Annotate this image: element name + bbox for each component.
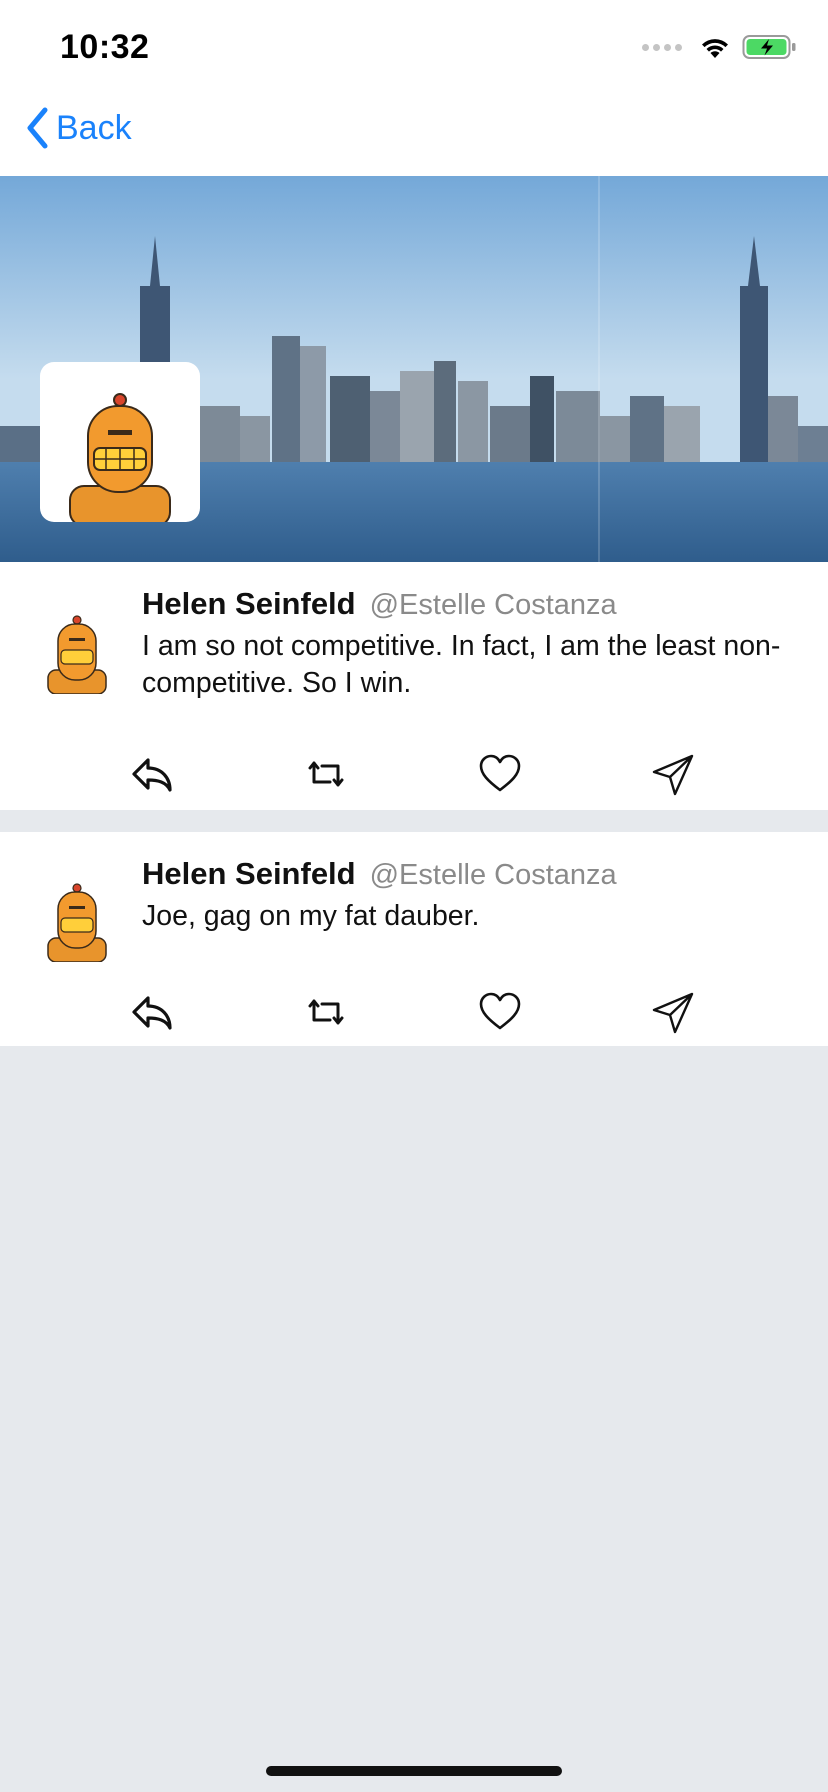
tweet-header: Helen Seinfeld @Estelle Costanza xyxy=(142,586,617,622)
tweet-card[interactable]: Helen Seinfeld @Estelle Costanza Joe, gag… xyxy=(0,832,828,1046)
heart-icon xyxy=(479,992,521,1030)
tweet-header: Helen Seinfeld @Estelle Costanza xyxy=(142,856,617,892)
chevron-left-icon xyxy=(27,107,48,149)
share-icon xyxy=(652,992,694,1034)
retweet-button[interactable] xyxy=(302,750,350,798)
share-icon xyxy=(652,754,694,796)
retweet-icon xyxy=(308,761,344,787)
back-label: Back xyxy=(56,108,132,147)
reply-button[interactable] xyxy=(128,988,176,1036)
heart-icon xyxy=(479,754,521,792)
share-button[interactable] xyxy=(650,988,698,1036)
author-name[interactable]: Helen Seinfeld xyxy=(142,856,356,891)
reply-icon xyxy=(132,758,172,792)
signal-icon xyxy=(642,43,682,51)
profile-avatar[interactable] xyxy=(40,362,200,522)
tweet-text: Joe, gag on my fat dauber. xyxy=(142,900,480,932)
author-handle[interactable]: @Estelle Costanza xyxy=(370,589,617,621)
tweet-actions xyxy=(0,980,828,1040)
tweet-card[interactable]: Helen Seinfeld @Estelle Costanza I am so … xyxy=(0,562,828,810)
share-button[interactable] xyxy=(650,750,698,798)
battery-charging-icon xyxy=(742,35,796,59)
like-button[interactable] xyxy=(476,750,524,798)
reply-icon xyxy=(132,996,172,1030)
author-handle[interactable]: @Estelle Costanza xyxy=(370,859,617,891)
status-time: 10:32 xyxy=(60,28,150,66)
avatar[interactable] xyxy=(44,610,110,695)
back-button[interactable]: Back xyxy=(24,106,132,150)
tweet-text: I am so not competitive. In fact, I am t… xyxy=(142,630,781,699)
retweet-icon xyxy=(308,999,344,1025)
like-button[interactable] xyxy=(476,988,524,1036)
navigation-bar: Back xyxy=(0,88,828,176)
home-indicator[interactable] xyxy=(266,1766,562,1776)
status-bar: 10:32 xyxy=(0,0,828,88)
status-icons xyxy=(642,34,798,60)
avatar[interactable] xyxy=(44,878,110,963)
reply-button[interactable] xyxy=(128,750,176,798)
wifi-icon xyxy=(702,39,728,58)
tweet-actions xyxy=(0,742,828,802)
author-name[interactable]: Helen Seinfeld xyxy=(142,586,356,621)
retweet-button[interactable] xyxy=(302,988,350,1036)
